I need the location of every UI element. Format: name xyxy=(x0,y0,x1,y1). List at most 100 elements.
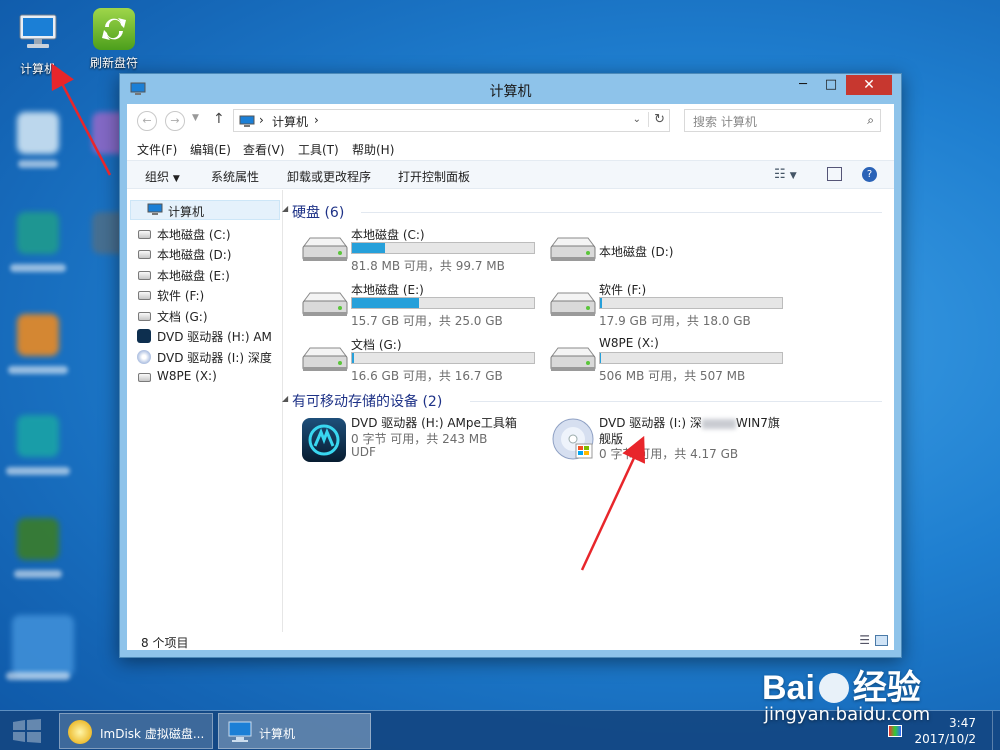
open-control-panel-button[interactable]: 打开控制面板 xyxy=(398,168,470,185)
drive-name: 文档 (G:) xyxy=(351,338,402,352)
address-bar: ← → ▼ ↑ › 计算机 › ⌄ ↻ 搜索 计算机 ⌕ xyxy=(127,104,894,138)
drive-tile[interactable]: 本地磁盘 (C:) 81.8 MB 可用，共 99.7 MB xyxy=(300,226,540,276)
display-icon[interactable] xyxy=(888,725,902,737)
blurred-desktop-icon[interactable] xyxy=(17,314,59,356)
nav-item-label: 软件 (F:) xyxy=(157,289,205,303)
chevron-down-icon[interactable]: ▼ xyxy=(192,113,199,123)
taskbar-button-imdisk[interactable]: ImDisk 虚拟磁盘... xyxy=(59,713,213,749)
computer-icon xyxy=(228,721,252,742)
item-count: 8 个项目 xyxy=(141,636,189,650)
maximize-button[interactable]: □ xyxy=(818,75,844,95)
dvd-drive-tile-i[interactable]: DVD 驱动器 (I:) 深 WIN7旗 舰版 0 字节 可用，共 4.17 GB xyxy=(548,414,788,470)
blurred-label xyxy=(6,672,70,680)
drive-name: DVD 驱动器 (H:) AMpe工具箱 xyxy=(351,416,517,430)
uninstall-program-button[interactable]: 卸载或更改程序 xyxy=(287,168,371,185)
chevron-down-icon[interactable]: ⌄ xyxy=(633,114,641,125)
title-bar[interactable]: 计算机 ─ □ ✕ xyxy=(120,74,901,104)
blurred-desktop-icon[interactable] xyxy=(12,615,74,677)
nav-item-label: DVD 驱动器 (I:) 深度 xyxy=(157,351,272,365)
drive-usage-fill xyxy=(600,298,602,308)
drive-info: 0 字节 可用，共 4.17 GB xyxy=(599,447,739,461)
menu-edit[interactable]: 编辑(E) xyxy=(190,141,231,158)
minimize-button[interactable]: ─ xyxy=(790,75,816,95)
menu-file[interactable]: 文件(F) xyxy=(137,141,177,158)
drive-info: 506 MB 可用，共 507 MB xyxy=(599,369,746,383)
explorer-window: 计算机 ─ □ ✕ ← → ▼ ↑ › 计算机 › ⌄ ↻ 搜索 计算机 ⌕ 文… xyxy=(119,73,902,658)
window-title: 计算机 xyxy=(489,84,532,100)
drive-icon xyxy=(138,373,151,382)
refresh-icon[interactable]: ↻ xyxy=(648,112,665,127)
nav-item-drive[interactable]: 本地磁盘 (C:) xyxy=(138,226,231,243)
drive-usage-bar xyxy=(351,242,535,254)
nav-item-computer[interactable]: 计算机 xyxy=(130,200,280,220)
windows-start-icon[interactable] xyxy=(12,719,42,743)
nav-item-drive[interactable]: 软件 (F:) xyxy=(138,287,205,304)
search-placeholder: 搜索 计算机 xyxy=(693,115,757,129)
taskbar-button-label: ImDisk 虚拟磁盘... xyxy=(100,727,205,741)
nav-root-label: 计算机 xyxy=(168,205,205,219)
view-options-icon[interactable]: ☷ ▼ xyxy=(774,167,797,182)
drive-tile[interactable]: 本地磁盘 (E:) 15.7 GB 可用，共 25.0 GB xyxy=(300,281,540,331)
close-button[interactable]: ✕ xyxy=(846,75,892,95)
nav-item-dvd-i[interactable]: DVD 驱动器 (I:) 深度 xyxy=(137,349,272,366)
menu-view[interactable]: 查看(V) xyxy=(243,141,285,158)
search-input[interactable]: 搜索 计算机 ⌕ xyxy=(684,109,881,132)
drive-icon xyxy=(138,291,151,300)
blurred-desktop-icon[interactable] xyxy=(17,518,59,560)
nav-item-dvd-h[interactable]: DVD 驱动器 (H:) AM xyxy=(137,328,272,345)
taskbar-button-computer[interactable]: 计算机 xyxy=(218,713,371,749)
nav-item-drive[interactable]: W8PE (X:) xyxy=(138,369,217,383)
address-input[interactable]: › 计算机 › ⌄ ↻ xyxy=(233,109,670,132)
dvd-drive-tile-h[interactable]: DVD 驱动器 (H:) AMpe工具箱 0 字节 可用，共 243 MB UD… xyxy=(300,414,540,470)
drive-filesystem: UDF xyxy=(351,445,376,459)
desktop-icon-refresh[interactable]: 刷新盘符 xyxy=(76,8,152,71)
tiles-view-icon[interactable] xyxy=(875,635,888,646)
group-hard-disks[interactable]: 硬盘 (6) xyxy=(292,202,344,222)
desktop-icon-computer[interactable]: 计算机 xyxy=(0,8,76,77)
forward-button[interactable]: → xyxy=(165,111,185,131)
status-bar: 8 个项目 ☰ xyxy=(127,632,894,650)
blurred-desktop-icon[interactable] xyxy=(17,212,59,254)
baidu-logo-suffix: 经验 xyxy=(852,669,921,707)
blurred-label xyxy=(10,264,66,272)
up-arrow-icon[interactable]: ↑ xyxy=(213,111,225,127)
ampe-icon xyxy=(137,329,151,343)
drive-tile[interactable]: W8PE (X:) 506 MB 可用，共 507 MB xyxy=(548,336,788,386)
menu-help[interactable]: 帮助(H) xyxy=(352,141,394,158)
back-button[interactable]: ← xyxy=(137,111,157,131)
search-icon[interactable]: ⌕ xyxy=(867,113,874,128)
computer-icon xyxy=(14,8,62,56)
drive-tile[interactable]: 文档 (G:) 16.6 GB 可用，共 16.7 GB xyxy=(300,336,540,386)
address-separator: › xyxy=(314,113,319,127)
blurred-desktop-icon[interactable] xyxy=(17,415,59,457)
hard-drive-icon xyxy=(300,342,348,382)
show-desktop-button[interactable] xyxy=(992,711,1000,750)
drive-name-part: WIN7旗 xyxy=(735,416,780,430)
preview-pane-icon[interactable] xyxy=(827,167,842,181)
collapse-icon[interactable]: ◢ xyxy=(282,394,288,403)
nav-item-drive[interactable]: 本地磁盘 (E:) xyxy=(138,267,230,284)
drive-info: 81.8 MB 可用，共 99.7 MB xyxy=(351,259,505,273)
address-path[interactable]: 计算机 xyxy=(272,113,308,130)
drive-name: W8PE (X:) xyxy=(599,336,659,350)
content-pane: ◢ 硬盘 (6) 本地磁盘 (C:) 81.8 MB 可用，共 99.7 MB … xyxy=(282,190,894,632)
nav-item-drive[interactable]: 文档 (G:) xyxy=(138,308,208,325)
help-icon[interactable]: ? xyxy=(862,167,877,182)
drive-name: 本地磁盘 (D:) xyxy=(599,245,674,259)
details-view-icon[interactable]: ☰ xyxy=(859,633,870,647)
menu-tools[interactable]: 工具(T) xyxy=(298,141,339,158)
drive-usage-fill xyxy=(352,243,385,253)
drive-name: 本地磁盘 (C:) xyxy=(351,228,425,242)
group-removable[interactable]: 有可移动存储的设备 (2) xyxy=(292,391,442,411)
organize-button[interactable]: 组织 ▼ xyxy=(145,168,180,185)
ampe-icon xyxy=(302,418,346,462)
drive-tile[interactable]: 软件 (F:) 17.9 GB 可用，共 18.0 GB xyxy=(548,281,788,331)
baidu-url: jingyan.baidu.com xyxy=(764,704,931,725)
navigation-pane: 计算机 本地磁盘 (C:) 本地磁盘 (D:) 本地磁盘 (E:) 软件 (F:… xyxy=(127,190,283,632)
collapse-icon[interactable]: ◢ xyxy=(282,204,288,213)
system-properties-button[interactable]: 系统属性 xyxy=(211,168,259,185)
blurred-desktop-icon[interactable] xyxy=(17,112,59,154)
hard-drive-icon xyxy=(548,342,596,382)
drive-tile[interactable]: 本地磁盘 (D:) xyxy=(548,226,788,276)
nav-item-drive[interactable]: 本地磁盘 (D:) xyxy=(138,246,231,263)
